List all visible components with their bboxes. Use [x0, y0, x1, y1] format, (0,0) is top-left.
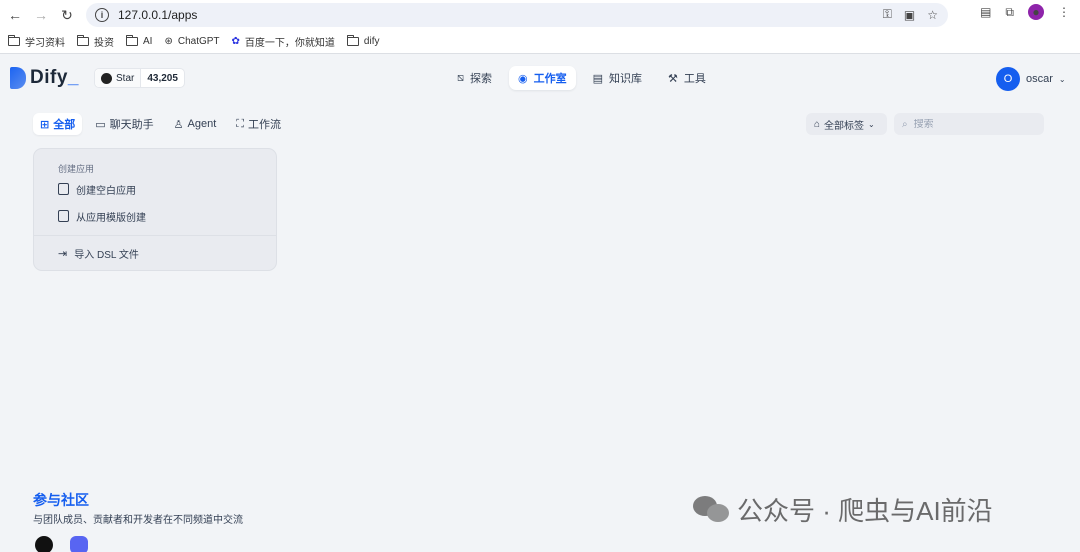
browser-toolbar: ← → ↻ i 127.0.0.1/apps ⚿ ▣ ☆ ▤ ⧉ ● ⋮ — [0, 0, 1080, 30]
grid-icon: ⊞ — [40, 118, 50, 131]
extension-icon[interactable]: ▤ — [980, 5, 991, 19]
star-icon[interactable]: ☆ — [927, 8, 938, 22]
user-name: oscar — [1026, 73, 1053, 85]
user-menu[interactable]: O oscar ⌄ — [996, 67, 1066, 91]
community-subtitle: 与团队成员、贡献者和开发者在不同频道中交流 — [33, 515, 243, 526]
tab-agent[interactable]: ♙ Agent — [167, 113, 224, 135]
search-box: ⌕ — [894, 113, 1044, 135]
divider — [34, 235, 276, 236]
folder-icon — [8, 35, 20, 46]
site-info-icon[interactable]: i — [95, 8, 109, 22]
tab-workflow[interactable]: ⛶ 工作流 — [229, 113, 288, 135]
app-type-tabs: ⊞ 全部 ▭ 聊天助手 ♙ Agent ⛶ 工作流 — [33, 113, 288, 135]
baidu-icon: ✿ — [231, 36, 240, 47]
create-app-title: 创建应用 — [58, 164, 95, 174]
chatgpt-icon: ⊛ — [164, 36, 173, 47]
address-bar[interactable]: i 127.0.0.1/apps ⚿ ▣ ☆ — [86, 3, 948, 27]
tag-icon: ⌂ — [814, 118, 821, 130]
nav-studio[interactable]: ◉ 工作室 — [509, 66, 576, 90]
github-star-count: 43,205 — [147, 72, 178, 84]
folder-icon — [126, 35, 138, 46]
chat-icon: ▭ — [95, 118, 106, 131]
reload-icon[interactable]: ↻ — [56, 4, 78, 26]
avatar: O — [996, 67, 1020, 91]
back-icon[interactable]: ← — [4, 4, 26, 26]
search-input[interactable] — [913, 118, 1024, 130]
bookmark-item[interactable]: ✿ 百度一下，你就知道 — [232, 34, 335, 49]
nav-explore[interactable]: ⧅ 探索 — [448, 66, 501, 90]
create-app-card: 创建应用 创建空白应用 从应用模版创建 ⇥ 导入 DSL 文件 — [33, 148, 277, 271]
tab-all[interactable]: ⊞ 全部 — [33, 113, 83, 135]
file-plus-icon — [58, 183, 69, 195]
github-icon — [101, 72, 112, 84]
import-dsl-button[interactable]: ⇥ 导入 DSL 文件 — [58, 244, 139, 262]
github-icon[interactable] — [35, 536, 53, 552]
hammer-icon: ⚒ — [668, 72, 678, 85]
bookmark-item[interactable]: 学习资料 — [8, 34, 65, 49]
import-icon: ⇥ — [58, 247, 68, 260]
chevron-down-icon: ⌄ — [868, 119, 875, 129]
create-from-template-button[interactable]: 从应用模版创建 — [58, 207, 146, 225]
bookmark-item[interactable]: ⊛ ChatGPT — [164, 36, 219, 47]
bookmark-item[interactable]: dify — [346, 35, 379, 47]
agent-icon: ♙ — [173, 118, 184, 131]
bookmark-item[interactable]: 投资 — [77, 34, 114, 49]
translate-icon[interactable]: ▣ — [904, 8, 915, 22]
nav-tools[interactable]: ⚒ 工具 — [659, 66, 715, 90]
workflow-icon: ⛶ — [236, 117, 244, 130]
bookmarks-bar: 学习资料 投资 AI ⊛ ChatGPT ✿ 百度一下，你就知道 dify — [0, 30, 1080, 54]
search-icon: ⌕ — [902, 118, 908, 130]
main-nav: ⧅ 探索 ◉ 工作室 ▤ 知识库 ⚒ 工具 — [448, 66, 715, 90]
dify-logo[interactable]: Dify_ — [10, 67, 79, 89]
logo-mark-icon — [10, 67, 26, 89]
chevron-down-icon: ⌄ — [1058, 74, 1066, 84]
key-icon[interactable]: ⚿ — [883, 7, 892, 22]
watermark: 公众号 · 爬虫与AI前沿 — [693, 491, 993, 528]
template-icon — [58, 210, 69, 222]
menu-dots-icon[interactable]: ⋮ — [1058, 5, 1070, 19]
forward-icon[interactable]: → — [30, 4, 52, 26]
robot-icon: ◉ — [518, 72, 528, 85]
tag-filter-dropdown[interactable]: ⌂ 全部标签 ⌄ — [806, 113, 887, 135]
discord-icon[interactable] — [70, 536, 88, 552]
bookmark-item[interactable]: AI — [126, 35, 152, 47]
wechat-icon — [693, 495, 729, 524]
community-title: 参与社区 — [33, 492, 89, 508]
folder-icon — [77, 35, 89, 46]
puzzle-icon[interactable]: ⧉ — [1005, 5, 1014, 20]
github-star-button[interactable]: Star 43,205 — [94, 68, 185, 88]
book-icon: ▤ — [592, 72, 604, 85]
tab-chat-assistant[interactable]: ▭ 聊天助手 — [88, 113, 160, 135]
explore-icon: ⧅ — [457, 71, 464, 84]
nav-knowledge[interactable]: ▤ 知识库 — [584, 66, 651, 90]
address-url[interactable]: 127.0.0.1/apps — [118, 8, 197, 22]
social-links — [35, 536, 88, 552]
create-blank-app-button[interactable]: 创建空白应用 — [58, 180, 136, 198]
profile-avatar[interactable]: ● — [1028, 4, 1044, 20]
folder-icon — [346, 35, 359, 46]
app-header: Dify_ Star 43,205 ⧅ 探索 ◉ 工作室 ▤ 知识库 ⚒ 工具 O os… — [0, 55, 1080, 101]
